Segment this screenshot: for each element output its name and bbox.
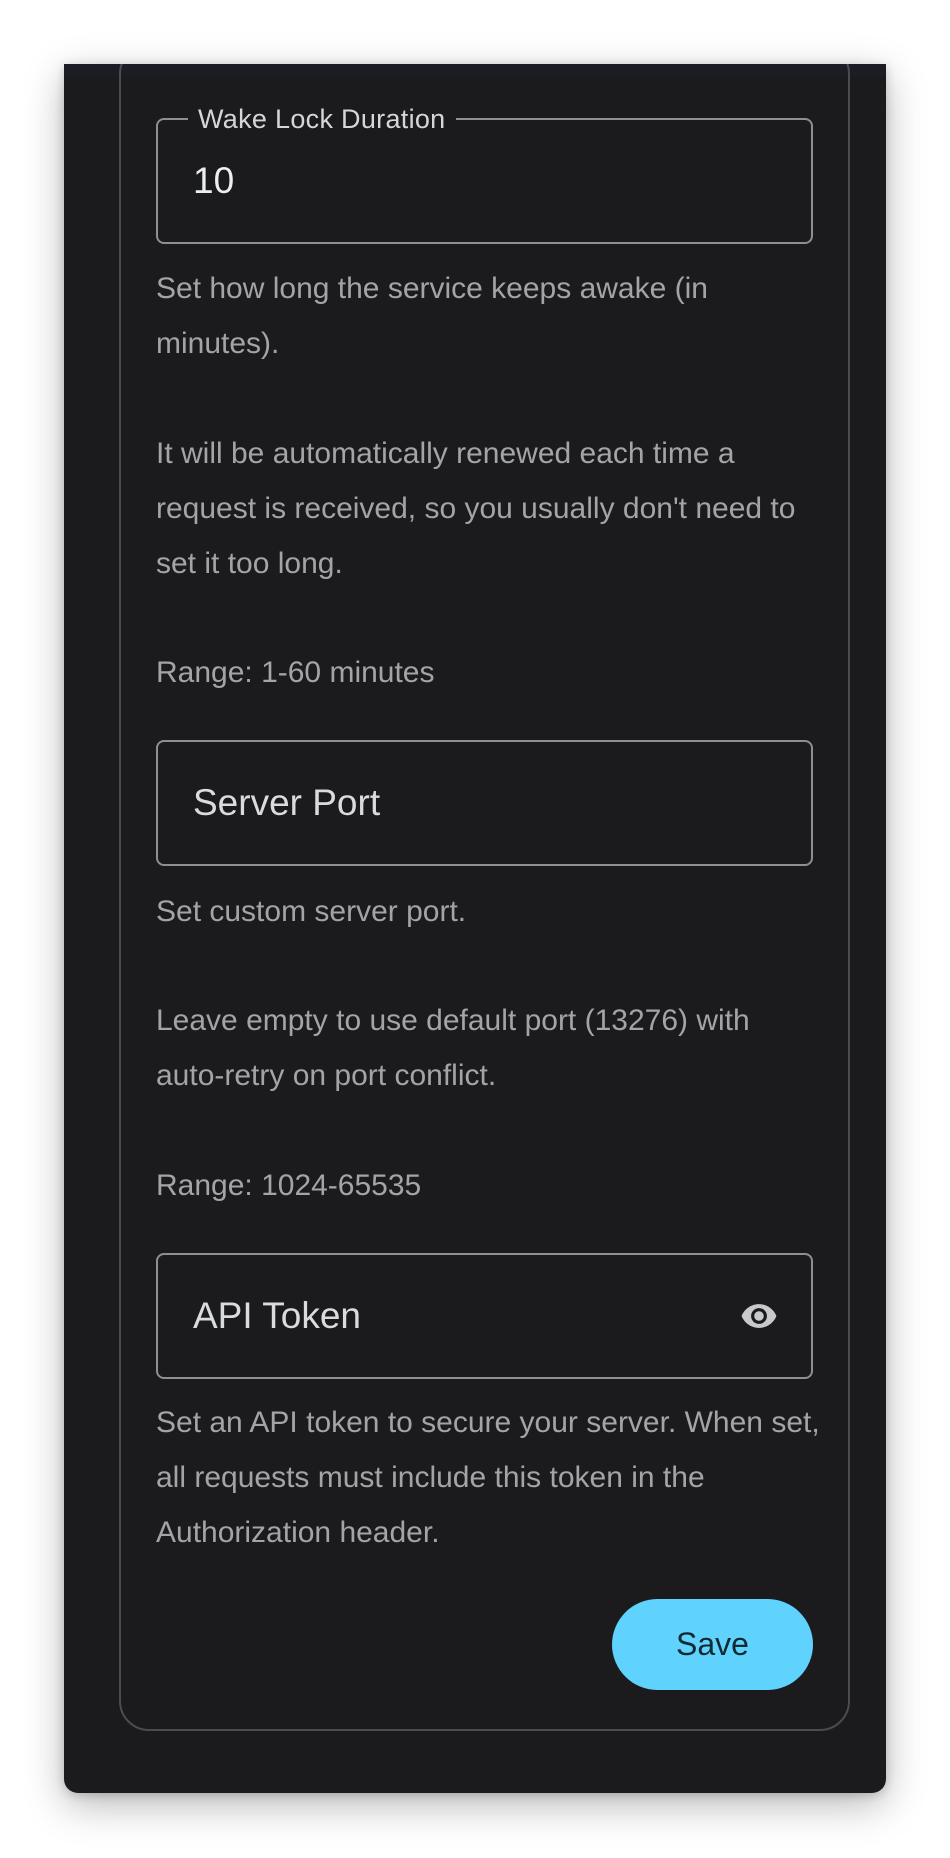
- api-token-help-description: Set an API token to secure your server. …: [156, 1406, 820, 1549]
- server-port-help-default: Leave empty to use default port (13276) …: [156, 1004, 750, 1092]
- server-port-field[interactable]: Server Port: [156, 740, 813, 866]
- api-token-input[interactable]: API Token: [193, 1255, 361, 1377]
- server-port-help-description: Set custom server port.: [156, 895, 467, 928]
- api-token-field[interactable]: API Token: [156, 1253, 813, 1379]
- server-port-input[interactable]: Server Port: [193, 742, 380, 864]
- wake-lock-duration-input[interactable]: 10: [193, 120, 234, 242]
- server-port-help-range: Range: 1024-65535: [156, 1169, 422, 1202]
- wake-lock-duration-field[interactable]: Wake Lock Duration 10: [156, 103, 813, 244]
- eye-icon[interactable]: [733, 1297, 785, 1335]
- wake-lock-help-description: Set how long the service keeps awake (in…: [156, 272, 708, 360]
- save-button[interactable]: Save: [612, 1599, 813, 1690]
- wake-lock-help-range: Range: 1-60 minutes: [156, 656, 435, 689]
- settings-window: Wake Lock Duration 10 Set how long the s…: [64, 64, 886, 1793]
- wake-lock-help-renewal: It will be automatically renewed each ti…: [156, 437, 796, 580]
